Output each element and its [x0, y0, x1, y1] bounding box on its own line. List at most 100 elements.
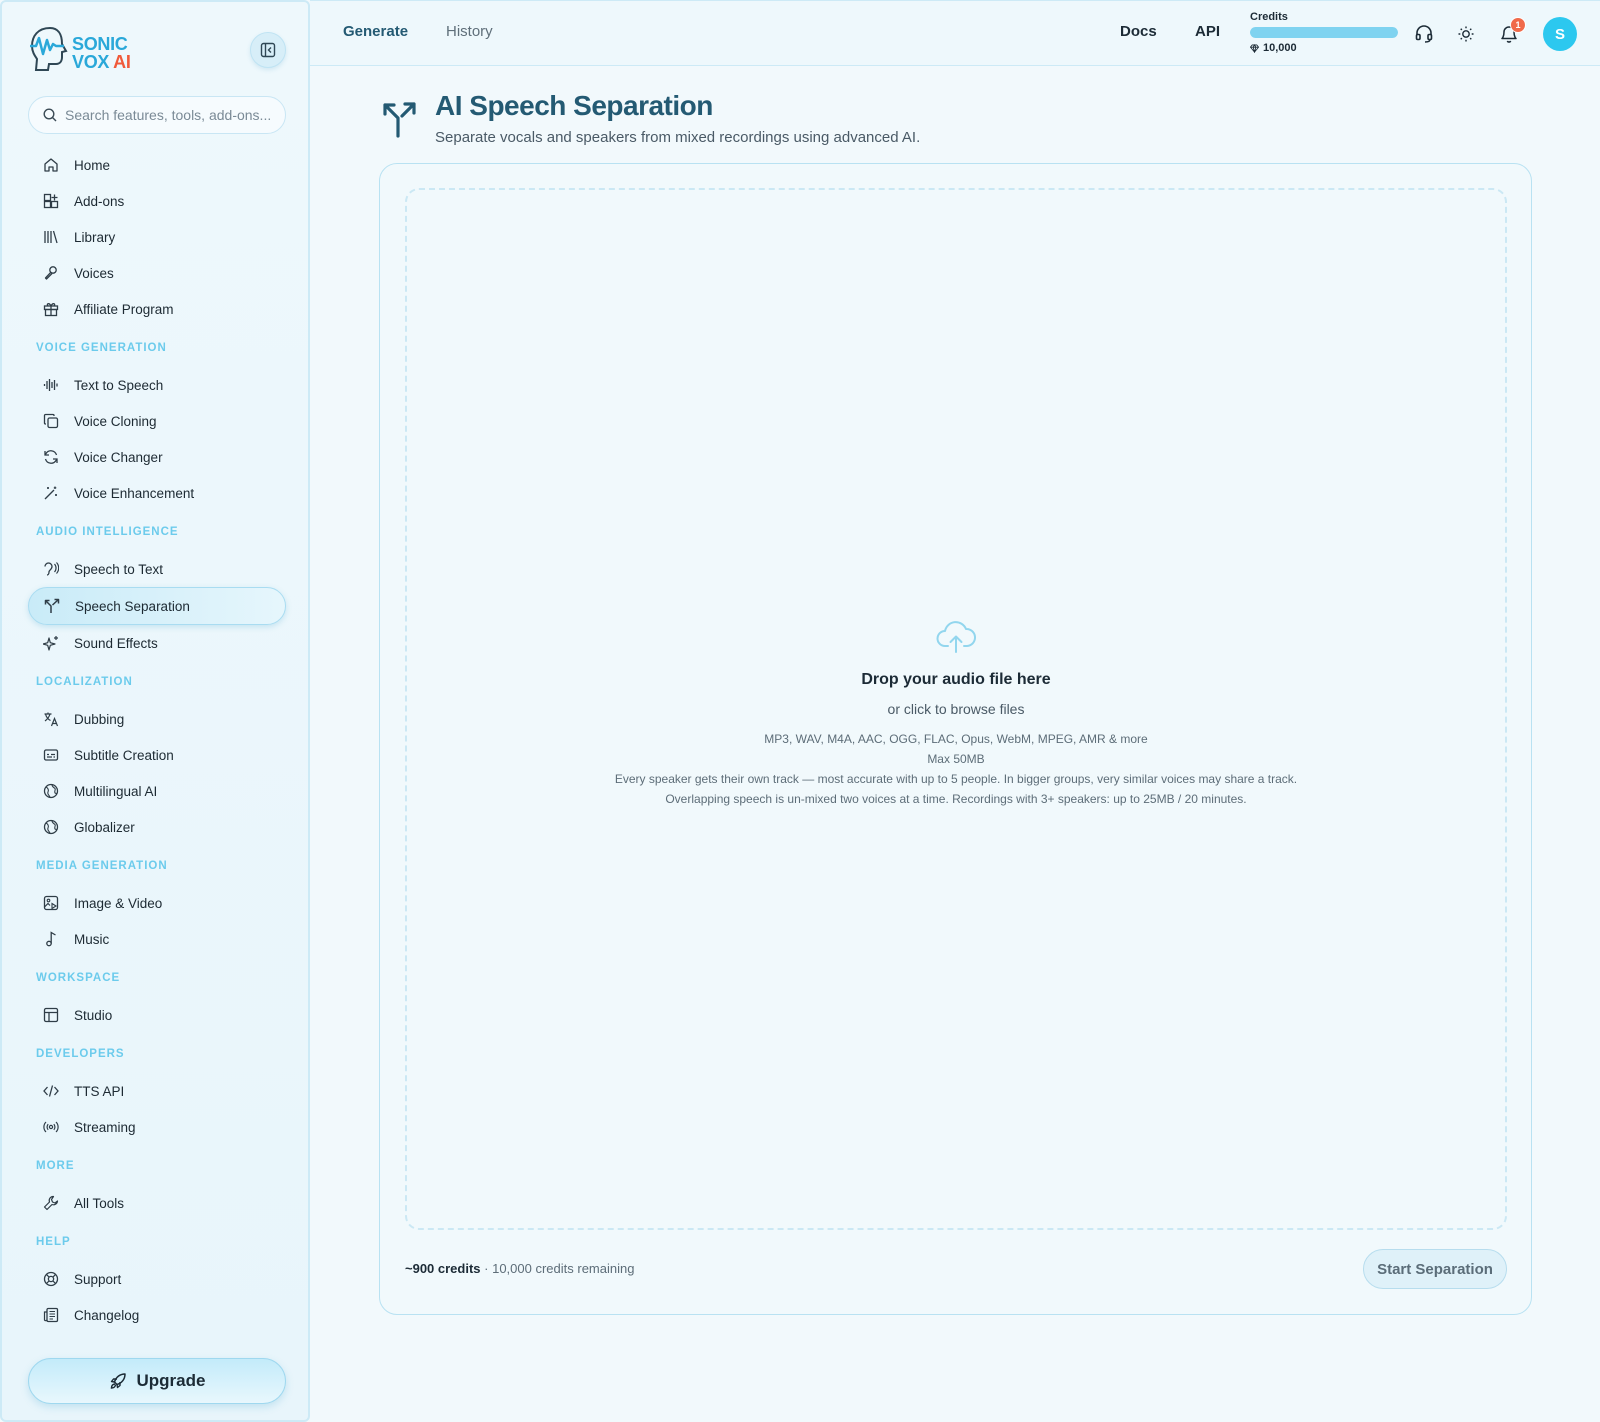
sidebar-item-label: Studio — [74, 1007, 113, 1023]
captions-icon — [42, 746, 60, 764]
sidebar-item-label: Library — [74, 229, 116, 245]
split-icon — [380, 98, 420, 138]
globe-icon — [42, 818, 60, 836]
sidebar-item-library[interactable]: Library — [28, 219, 286, 255]
avatar[interactable]: S — [1543, 17, 1577, 51]
credit-cost: ~900 credits · 10,000 credits remaining — [405, 1261, 634, 1276]
brand-logo[interactable]: SONIC VOX AI — [28, 24, 138, 76]
sidebar-nav: Home Add-ons Library Voices Affiliate Pr… — [28, 147, 286, 1333]
support-headset-button[interactable] — [1411, 21, 1437, 47]
sidebar-item-subtitle-creation[interactable]: Subtitle Creation — [28, 737, 286, 773]
rocket-icon — [109, 1372, 127, 1390]
refresh-icon — [42, 448, 60, 466]
gem-icon — [1250, 43, 1259, 53]
ear-icon — [42, 560, 60, 578]
sidebar-item-label: Voice Enhancement — [74, 485, 195, 501]
start-separation-button[interactable]: Start Separation — [1363, 1249, 1507, 1289]
notifications-button[interactable]: 1 — [1496, 17, 1526, 47]
audio-dropzone[interactable]: Drop your audio file here or click to br… — [405, 188, 1507, 1230]
sidebar-item-globalizer[interactable]: Globalizer — [28, 809, 286, 845]
translate-icon — [42, 710, 60, 728]
sidebar-item-speech-to-text[interactable]: Speech to Text — [28, 551, 286, 587]
search-box[interactable] — [28, 96, 286, 134]
sidebar-item-tts-api[interactable]: TTS API — [28, 1073, 286, 1109]
estimated-cost: ~900 credits — [405, 1261, 481, 1276]
topbar: Generate History Docs API Credits 10,000… — [310, 0, 1600, 66]
sidebar-item-label: All Tools — [74, 1195, 125, 1211]
sidebar-item-voice-cloning[interactable]: Voice Cloning — [28, 403, 286, 439]
dropzone-browse-hint[interactable]: or click to browse files — [407, 701, 1505, 717]
credits-label: Credits — [1250, 11, 1288, 23]
page-subtitle: Separate vocals and speakers from mixed … — [435, 129, 921, 146]
tab-generate[interactable]: Generate — [343, 23, 408, 40]
card-footer: ~900 credits · 10,000 credits remaining … — [405, 1249, 1507, 1289]
sidebar-item-changelog[interactable]: Changelog — [28, 1297, 286, 1333]
sidebar-item-image-video[interactable]: Image & Video — [28, 885, 286, 921]
wrench-icon — [42, 1194, 60, 1212]
upgrade-label: Upgrade — [136, 1371, 206, 1390]
overlap-note: Overlapping speech is un-mixed two voice… — [665, 792, 1247, 806]
section-workspace: WORKSPACE — [36, 972, 121, 984]
sidebar-item-voice-enhancement[interactable]: Voice Enhancement — [28, 475, 286, 511]
api-link[interactable]: API — [1195, 23, 1220, 40]
sidebar-item-dubbing[interactable]: Dubbing — [28, 701, 286, 737]
sidebar-item-label: Voice Cloning — [74, 413, 157, 429]
credits-remaining: · 10,000 credits remaining — [480, 1261, 635, 1276]
sidebar-item-text-to-speech[interactable]: Text to Speech — [28, 367, 286, 403]
cloud-upload-icon — [936, 620, 976, 654]
sidebar-item-support[interactable]: Support — [28, 1261, 286, 1297]
supported-formats: MP3, WAV, M4A, AAC, OGG, FLAC, Opus, Web… — [764, 732, 1148, 746]
credits-meter[interactable]: Credits 10,000 — [1250, 11, 1400, 54]
sidebar-item-label: Speech Separation — [75, 598, 190, 614]
credits-progress-bar — [1250, 27, 1398, 38]
sidebar-item-home[interactable]: Home — [28, 147, 286, 183]
sidebar-item-voice-changer[interactable]: Voice Changer — [28, 439, 286, 475]
search-input[interactable] — [65, 107, 275, 123]
theme-toggle-button[interactable] — [1453, 21, 1479, 47]
split-icon — [43, 597, 61, 615]
sidebar-item-affiliate-program[interactable]: Affiliate Program — [28, 291, 286, 327]
sidebar-item-label: Add-ons — [74, 193, 125, 209]
dropzone-title: Drop your audio file here — [861, 671, 1051, 688]
section-help: HELP — [36, 1236, 71, 1248]
sidebar-item-all-tools[interactable]: All Tools — [28, 1185, 286, 1221]
brand-word-ai: AI — [113, 52, 131, 72]
speaker-note: Every speaker gets their own track — mos… — [614, 772, 1298, 786]
upgrade-button[interactable]: Upgrade — [28, 1358, 286, 1404]
collapse-sidebar-button[interactable] — [250, 32, 286, 68]
tab-history[interactable]: History — [446, 23, 493, 40]
sidebar: SONIC VOX AI Home Add-ons Library Voices… — [0, 0, 310, 1422]
layout-icon — [42, 1006, 60, 1024]
sidebar-item-label: Image & Video — [74, 895, 163, 911]
head-wave-logo-icon — [30, 26, 68, 71]
sidebar-item-music[interactable]: Music — [28, 921, 286, 957]
sidebar-item-label: Speech to Text — [74, 561, 164, 577]
image-play-icon — [42, 894, 60, 912]
brand-word-vox: VOX AI — [72, 52, 131, 72]
credits-amount-row: 10,000 — [1250, 42, 1400, 54]
library-icon — [42, 228, 60, 246]
credits-amount: 10,000 — [1263, 42, 1297, 54]
section-developers: DEVELOPERS — [36, 1048, 125, 1060]
globe-icon — [42, 782, 60, 800]
section-localization: LOCALIZATION — [36, 676, 133, 688]
credits-progress-fill — [1250, 27, 1398, 38]
docs-link[interactable]: Docs — [1120, 23, 1157, 40]
section-voice-generation: VOICE GENERATION — [36, 342, 167, 354]
sidebar-item-speech-separation[interactable]: Speech Separation — [28, 587, 286, 625]
sidebar-item-multilingual-ai[interactable]: Multilingual AI — [28, 773, 286, 809]
sidebar-item-label: Music — [74, 931, 110, 947]
sidebar-item-label: Home — [74, 157, 111, 173]
page-title: AI Speech Separation — [435, 90, 713, 121]
sidebar-item-label: Streaming — [74, 1119, 136, 1135]
gift-icon — [42, 300, 60, 318]
section-more: MORE — [36, 1160, 75, 1172]
audio-waveform-icon — [42, 376, 60, 394]
sidebar-item-voices[interactable]: Voices — [28, 255, 286, 291]
sidebar-item-add-ons[interactable]: Add-ons — [28, 183, 286, 219]
upload-card: Drop your audio file here or click to br… — [379, 163, 1532, 1315]
section-media-generation: MEDIA GENERATION — [36, 860, 168, 872]
sidebar-item-studio[interactable]: Studio — [28, 997, 286, 1033]
sidebar-item-sound-effects[interactable]: Sound Effects — [28, 625, 286, 661]
sidebar-item-streaming[interactable]: Streaming — [28, 1109, 286, 1145]
